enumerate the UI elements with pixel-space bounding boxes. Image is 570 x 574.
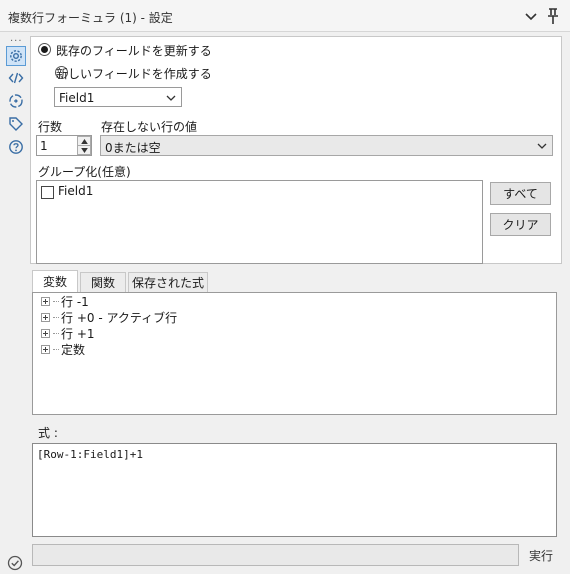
chevron-down-icon[interactable] [523,8,539,24]
stepper-down-button[interactable] [77,145,91,155]
run-output-field [32,544,519,566]
missing-rows-label: 存在しない行の値 [101,120,198,134]
run-button[interactable]: 実行 [529,547,553,564]
expand-icon[interactable] [41,344,50,354]
expand-icon[interactable] [41,312,50,322]
tag-icon[interactable] [6,114,26,134]
target-icon[interactable] [6,91,26,111]
tab-saved-expressions[interactable]: 保存された式 [128,272,208,292]
tree-item-label: 行 -1 [61,294,89,309]
code-icon[interactable] [6,68,26,88]
select-all-button[interactable]: すべて [490,182,551,205]
field1-checkbox[interactable] [41,186,54,199]
expression-label: 式 : [38,426,58,440]
gear-icon[interactable] [6,46,26,66]
rows-label: 行数 [38,120,63,134]
check-circle-icon [7,555,23,571]
expand-icon[interactable] [41,296,50,306]
tab-variables[interactable]: 変数 [32,270,78,292]
missing-value: 0または空 [105,141,161,155]
rows-stepper[interactable]: 1 [36,135,92,156]
caret-up-icon [80,138,88,144]
group-by-list[interactable]: Field1 [36,180,483,264]
field-select[interactable]: Field1 [54,87,182,107]
tree-item-constants[interactable]: 定数 [41,341,85,357]
pin-icon[interactable] [545,7,561,25]
chevron-down-icon [537,143,547,149]
field-select-value: Field1 [59,91,95,105]
create-new-label: 新しいフィールドを作成する [56,67,212,81]
update-existing-radio[interactable] [38,43,51,56]
expression-text[interactable]: [Row-1:Field1]+1 [37,448,143,461]
expand-icon[interactable] [41,328,50,338]
overflow-dots[interactable]: ... [10,33,23,44]
variables-tree[interactable]: 行 -1 行 +0 - アクティブ行 行 +1 定数 [32,292,557,415]
clear-button[interactable]: クリア [490,213,551,236]
group-by-label: グループ化(任意) [38,165,131,179]
caret-down-icon [80,147,88,153]
rows-value[interactable]: 1 [40,139,48,153]
tree-item-row-active[interactable]: 行 +0 - アクティブ行 [41,309,177,325]
tree-item-label: 行 +0 - アクティブ行 [61,310,178,325]
tab-functions[interactable]: 関数 [80,272,126,292]
missing-value-select[interactable]: 0または空 [100,135,553,156]
help-icon[interactable] [6,137,26,157]
list-item: Field1 [58,184,94,198]
tree-item-row-plus-1[interactable]: 行 +1 [41,325,95,341]
chevron-down-icon [166,95,176,101]
tree-item-label: 定数 [61,342,86,357]
expression-editor[interactable]: [Row-1:Field1]+1 [32,443,557,537]
window-title: 複数行フォーミュラ (1) - 設定 [8,11,173,25]
tree-item-label: 行 +1 [61,326,95,341]
update-existing-label: 既存のフィールドを更新する [56,44,212,58]
tree-item-row-minus-1[interactable]: 行 -1 [41,293,89,309]
